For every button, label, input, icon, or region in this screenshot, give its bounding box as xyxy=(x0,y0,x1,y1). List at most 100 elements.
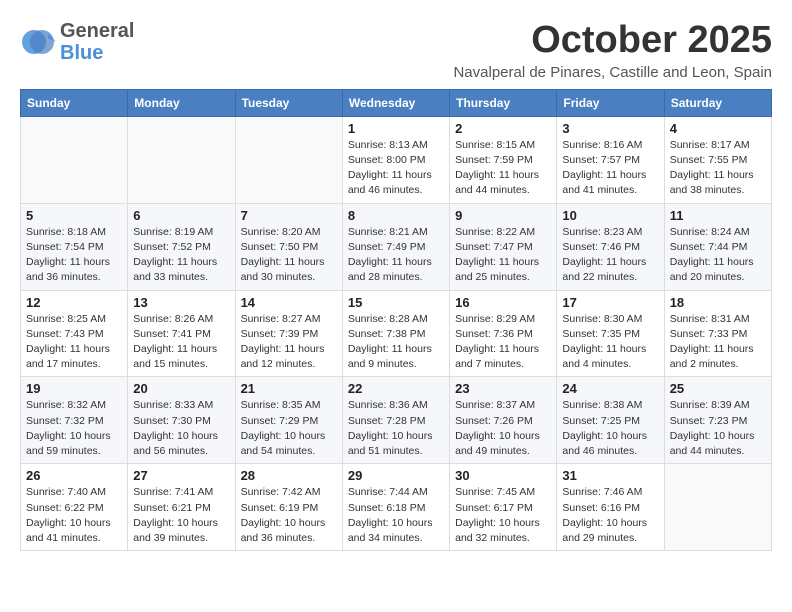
calendar-cell: 20 Sunrise: 8:33 AMSunset: 7:30 PMDayligh… xyxy=(128,377,235,464)
day-info: Sunrise: 7:40 AMSunset: 6:22 PMDaylight:… xyxy=(26,485,122,546)
day-info: Sunrise: 8:19 AMSunset: 7:52 PMDaylight:… xyxy=(133,225,229,286)
day-number: 3 xyxy=(562,121,658,136)
day-info: Sunrise: 8:24 AMSunset: 7:44 PMDaylight:… xyxy=(670,225,766,286)
day-number: 1 xyxy=(348,121,444,136)
day-number: 16 xyxy=(455,295,551,310)
calendar-cell: 12 Sunrise: 8:25 AMSunset: 7:43 PMDayligh… xyxy=(21,290,128,377)
day-info: Sunrise: 7:42 AMSunset: 6:19 PMDaylight:… xyxy=(241,485,337,546)
day-info: Sunrise: 8:36 AMSunset: 7:28 PMDaylight:… xyxy=(348,398,444,459)
calendar-table: SundayMondayTuesdayWednesdayThursdayFrid… xyxy=(20,89,772,551)
day-number: 17 xyxy=(562,295,658,310)
calendar-cell: 11 Sunrise: 8:24 AMSunset: 7:44 PMDayligh… xyxy=(664,203,771,290)
day-info: Sunrise: 8:13 AMSunset: 8:00 PMDaylight:… xyxy=(348,138,444,199)
weekday-header-thursday: Thursday xyxy=(450,89,557,116)
day-number: 10 xyxy=(562,208,658,223)
day-info: Sunrise: 8:15 AMSunset: 7:59 PMDaylight:… xyxy=(455,138,551,199)
calendar-cell xyxy=(235,116,342,203)
weekday-header-saturday: Saturday xyxy=(664,89,771,116)
calendar-cell: 18 Sunrise: 8:31 AMSunset: 7:33 PMDayligh… xyxy=(664,290,771,377)
calendar-cell: 29 Sunrise: 7:44 AMSunset: 6:18 PMDayligh… xyxy=(342,464,449,551)
calendar-cell: 31Sunrise: 7:46 AMSunset: 6:16 PMDayligh… xyxy=(557,464,664,551)
weekday-header-sunday: Sunday xyxy=(21,89,128,116)
day-number: 9 xyxy=(455,208,551,223)
day-number: 11 xyxy=(670,208,766,223)
calendar-cell: 17Sunrise: 8:30 AMSunset: 7:35 PMDayligh… xyxy=(557,290,664,377)
calendar-header-row: SundayMondayTuesdayWednesdayThursdayFrid… xyxy=(21,89,772,116)
calendar-cell xyxy=(21,116,128,203)
title-area: October 2025 Navalperal de Pinares, Cast… xyxy=(453,20,772,81)
weekday-header-friday: Friday xyxy=(557,89,664,116)
day-info: Sunrise: 8:16 AMSunset: 7:57 PMDaylight:… xyxy=(562,138,658,199)
day-info: Sunrise: 8:18 AMSunset: 7:54 PMDaylight:… xyxy=(26,225,122,286)
day-number: 19 xyxy=(26,381,122,396)
day-info: Sunrise: 8:20 AMSunset: 7:50 PMDaylight:… xyxy=(241,225,337,286)
calendar-cell xyxy=(664,464,771,551)
day-info: Sunrise: 8:17 AMSunset: 7:55 PMDaylight:… xyxy=(670,138,766,199)
calendar-cell: 3 Sunrise: 8:16 AMSunset: 7:57 PMDaylight… xyxy=(557,116,664,203)
day-number: 25 xyxy=(670,381,766,396)
calendar-cell: 15Sunrise: 8:28 AMSunset: 7:38 PMDayligh… xyxy=(342,290,449,377)
day-number: 2 xyxy=(455,121,551,136)
calendar-cell: 5 Sunrise: 8:18 AMSunset: 7:54 PMDaylight… xyxy=(21,203,128,290)
calendar-cell: 16Sunrise: 8:29 AMSunset: 7:36 PMDayligh… xyxy=(450,290,557,377)
day-info: Sunrise: 8:33 AMSunset: 7:30 PMDaylight:… xyxy=(133,398,229,459)
day-number: 28 xyxy=(241,468,337,483)
calendar-cell: 13 Sunrise: 8:26 AMSunset: 7:41 PMDayligh… xyxy=(128,290,235,377)
day-info: Sunrise: 8:37 AMSunset: 7:26 PMDaylight:… xyxy=(455,398,551,459)
day-info: Sunrise: 8:32 AMSunset: 7:32 PMDaylight:… xyxy=(26,398,122,459)
day-info: Sunrise: 8:31 AMSunset: 7:33 PMDaylight:… xyxy=(670,312,766,373)
calendar-cell: 7 Sunrise: 8:20 AMSunset: 7:50 PMDaylight… xyxy=(235,203,342,290)
day-number: 7 xyxy=(241,208,337,223)
day-number: 14 xyxy=(241,295,337,310)
calendar-week-row: 26 Sunrise: 7:40 AMSunset: 6:22 PMDayligh… xyxy=(21,464,772,551)
calendar-week-row: 1 Sunrise: 8:13 AMSunset: 8:00 PMDaylight… xyxy=(21,116,772,203)
logo-icon xyxy=(20,24,56,60)
day-info: Sunrise: 8:35 AMSunset: 7:29 PMDaylight:… xyxy=(241,398,337,459)
day-number: 22 xyxy=(348,381,444,396)
day-info: Sunrise: 8:22 AMSunset: 7:47 PMDaylight:… xyxy=(455,225,551,286)
logo-general: General xyxy=(60,20,134,42)
calendar-cell: 2 Sunrise: 8:15 AMSunset: 7:59 PMDaylight… xyxy=(450,116,557,203)
calendar-cell: 22 Sunrise: 8:36 AMSunset: 7:28 PMDayligh… xyxy=(342,377,449,464)
day-info: Sunrise: 8:21 AMSunset: 7:49 PMDaylight:… xyxy=(348,225,444,286)
day-info: Sunrise: 8:38 AMSunset: 7:25 PMDaylight:… xyxy=(562,398,658,459)
weekday-header-wednesday: Wednesday xyxy=(342,89,449,116)
day-number: 12 xyxy=(26,295,122,310)
day-number: 23 xyxy=(455,381,551,396)
logo-blue: Blue xyxy=(60,42,134,64)
day-number: 27 xyxy=(133,468,229,483)
day-number: 15 xyxy=(348,295,444,310)
day-number: 29 xyxy=(348,468,444,483)
calendar-cell: 28 Sunrise: 7:42 AMSunset: 6:19 PMDayligh… xyxy=(235,464,342,551)
calendar-cell: 9 Sunrise: 8:22 AMSunset: 7:47 PMDaylight… xyxy=(450,203,557,290)
day-number: 20 xyxy=(133,381,229,396)
day-number: 30 xyxy=(455,468,551,483)
calendar-cell: 27Sunrise: 7:41 AMSunset: 6:21 PMDayligh… xyxy=(128,464,235,551)
calendar-cell: 23 Sunrise: 8:37 AMSunset: 7:26 PMDayligh… xyxy=(450,377,557,464)
page-header: General Blue October 2025 Navalperal de … xyxy=(20,20,772,81)
calendar-cell: 8Sunrise: 8:21 AMSunset: 7:49 PMDaylight… xyxy=(342,203,449,290)
day-number: 18 xyxy=(670,295,766,310)
logo: General Blue xyxy=(20,20,134,64)
day-info: Sunrise: 8:39 AMSunset: 7:23 PMDaylight:… xyxy=(670,398,766,459)
calendar-cell: 24Sunrise: 8:38 AMSunset: 7:25 PMDayligh… xyxy=(557,377,664,464)
day-info: Sunrise: 8:23 AMSunset: 7:46 PMDaylight:… xyxy=(562,225,658,286)
day-info: Sunrise: 8:25 AMSunset: 7:43 PMDaylight:… xyxy=(26,312,122,373)
calendar-cell: 1 Sunrise: 8:13 AMSunset: 8:00 PMDaylight… xyxy=(342,116,449,203)
month-title: October 2025 xyxy=(453,20,772,62)
location: Navalperal de Pinares, Castille and Leon… xyxy=(453,64,772,81)
calendar-cell: 26 Sunrise: 7:40 AMSunset: 6:22 PMDayligh… xyxy=(21,464,128,551)
weekday-header-monday: Monday xyxy=(128,89,235,116)
day-info: Sunrise: 7:46 AMSunset: 6:16 PMDaylight:… xyxy=(562,485,658,546)
day-info: Sunrise: 8:27 AMSunset: 7:39 PMDaylight:… xyxy=(241,312,337,373)
calendar-cell: 19 Sunrise: 8:32 AMSunset: 7:32 PMDayligh… xyxy=(21,377,128,464)
day-number: 5 xyxy=(26,208,122,223)
day-info: Sunrise: 8:26 AMSunset: 7:41 PMDaylight:… xyxy=(133,312,229,373)
day-number: 26 xyxy=(26,468,122,483)
day-info: Sunrise: 7:44 AMSunset: 6:18 PMDaylight:… xyxy=(348,485,444,546)
day-number: 13 xyxy=(133,295,229,310)
calendar-cell xyxy=(128,116,235,203)
day-info: Sunrise: 7:45 AMSunset: 6:17 PMDaylight:… xyxy=(455,485,551,546)
weekday-header-tuesday: Tuesday xyxy=(235,89,342,116)
calendar-cell: 6Sunrise: 8:19 AMSunset: 7:52 PMDaylight… xyxy=(128,203,235,290)
